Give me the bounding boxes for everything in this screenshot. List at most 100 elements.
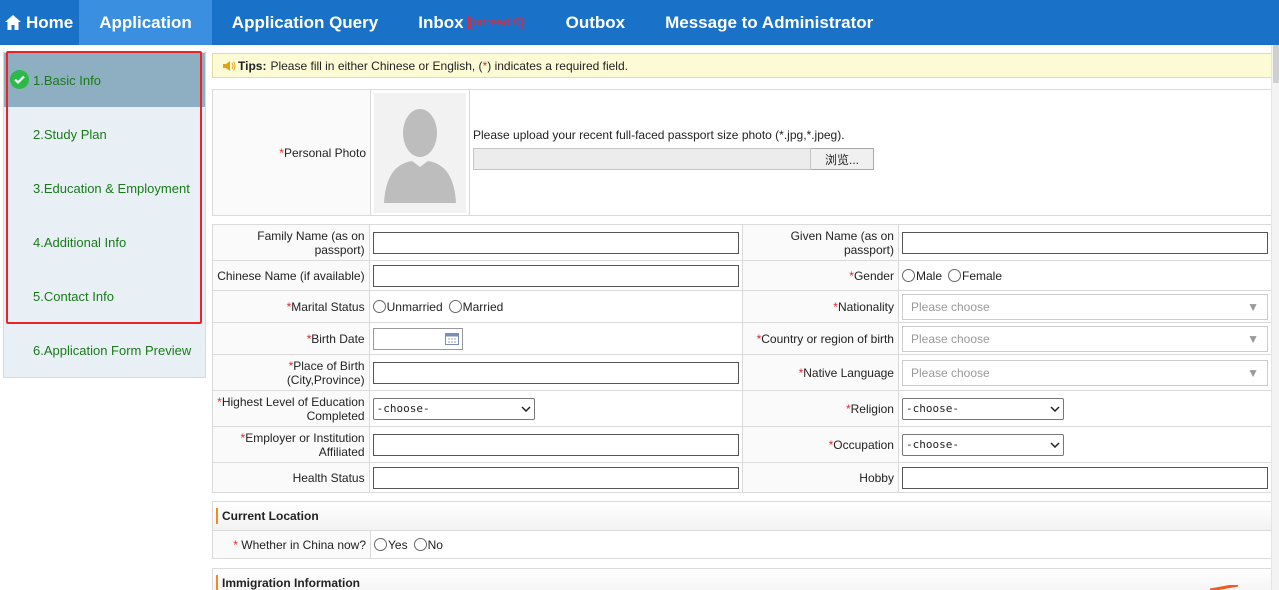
photo-label: * Personal Photo — [213, 90, 371, 215]
calendar-icon[interactable] — [444, 332, 459, 345]
given-name-label: Given Name (as on passport) — [741, 224, 899, 261]
birth-country-select[interactable]: Please choose ▼ — [901, 325, 1268, 352]
chinese-name-label: Chinese Name (if available) — [212, 260, 370, 291]
nav-application[interactable]: Application — [79, 0, 212, 45]
tips-text-after: ) indicates a required field. — [487, 58, 628, 73]
employer-label-text: Employer or Institution Affiliated — [245, 430, 365, 459]
tips-bar: Tips: Please fill in either Chinese or E… — [212, 53, 1272, 78]
male-label: Male — [915, 268, 942, 283]
chevron-down-icon — [1050, 441, 1060, 448]
tips-text-before: Please fill in either Chinese or English… — [270, 58, 483, 73]
health-input[interactable] — [372, 466, 739, 489]
nationality-label-text: Nationality — [837, 299, 894, 314]
photo-section: * Personal Photo Please upload your recen… — [212, 89, 1272, 216]
dropdown-arrow-icon: ▼ — [1247, 365, 1259, 380]
avatar-placeholder-icon — [374, 92, 466, 213]
nav-application-query[interactable]: Application Query — [212, 0, 398, 45]
chinese-name-input[interactable] — [372, 264, 739, 287]
birth-place-input[interactable] — [372, 361, 739, 384]
no-radio[interactable] — [413, 538, 427, 551]
in-china-row: * Whether in China now? Yes No — [213, 530, 1271, 558]
top-navigation: Home Application Application Query Inbox… — [0, 0, 1279, 45]
required-star: * — [233, 537, 238, 552]
birth-country-placeholder: Please choose — [910, 331, 990, 346]
home-icon — [5, 15, 21, 30]
occupation-select[interactable]: -choose- — [901, 433, 1064, 456]
gender-radio-group: Male Female — [901, 268, 1268, 283]
nationality-placeholder: Please choose — [910, 299, 990, 314]
nav-outbox[interactable]: Outbox — [546, 0, 646, 45]
occupation-label: *Occupation — [741, 426, 899, 463]
education-selected: -choose- — [376, 402, 430, 415]
education-label: *Highest Level of Education Completed — [212, 390, 370, 427]
family-name-label: Family Name (as on passport) — [212, 224, 370, 261]
photo-upload: Please upload your recent full-faced pas… — [470, 90, 874, 215]
nav-message-admin[interactable]: Message to Administrator — [645, 0, 893, 45]
check-icon — [10, 70, 29, 89]
health-label: Health Status — [212, 462, 370, 493]
scrollbar-thumb[interactable] — [1273, 45, 1279, 83]
no-label: No — [427, 537, 443, 552]
sidebar-item-form-preview[interactable]: 6.Application Form Preview — [4, 323, 205, 377]
married-radio[interactable] — [448, 300, 462, 313]
marital-label: *Marital Status — [212, 290, 370, 323]
female-label: Female — [962, 268, 1003, 283]
chevron-down-icon — [521, 405, 531, 412]
native-language-select[interactable]: Please choose ▼ — [901, 359, 1268, 386]
birth-date-input[interactable] — [372, 327, 463, 350]
sidebar-item-education-employment[interactable]: 3.Education & Employment — [4, 161, 205, 215]
given-name-input[interactable] — [901, 231, 1268, 254]
native-language-label: *Native Language — [741, 354, 899, 391]
male-radio[interactable] — [901, 269, 915, 282]
step-sidebar: 1.Basic Info 2.Study Plan 3.Education & … — [3, 52, 206, 378]
immigration-section: Immigration Information — [212, 568, 1272, 590]
orange-arrow-icon — [1210, 585, 1239, 590]
nav-home[interactable]: Home — [0, 0, 79, 45]
sidebar-item-basic-info[interactable]: 1.Basic Info — [4, 53, 205, 107]
speaker-icon — [223, 60, 236, 71]
current-location-section: Current Location * Whether in China now?… — [212, 501, 1272, 559]
education-select[interactable]: -choose- — [372, 397, 535, 420]
female-radio[interactable] — [948, 269, 961, 282]
marital-radio-group: Unmarried Married — [372, 300, 739, 314]
family-name-input[interactable] — [372, 231, 739, 254]
basic-info-form: Family Name (as on passport) Given Name … — [212, 224, 1273, 493]
yes-label: Yes — [388, 537, 408, 552]
gender-label: *Gender — [741, 260, 899, 291]
birth-country-label-text: Country or region of birth — [761, 331, 894, 346]
sidebar-item-label: 1.Basic Info — [33, 72, 101, 88]
current-location-title: Current Location — [213, 502, 1271, 530]
education-label-text: Highest Level of Education Completed — [221, 394, 365, 423]
in-china-radio-group: Yes No — [374, 538, 449, 552]
birth-date-label: *Birth Date — [212, 322, 370, 355]
browse-button[interactable]: 浏览... — [811, 148, 874, 170]
hobby-label: Hobby — [741, 462, 899, 493]
chevron-down-icon — [1050, 405, 1060, 412]
tips-label: Tips: — [238, 58, 267, 73]
nationality-select[interactable]: Please choose ▼ — [901, 293, 1268, 320]
employer-label: *Employer or Institution Affiliated — [212, 426, 370, 463]
upload-instruction: Please upload your recent full-faced pas… — [473, 128, 845, 142]
sidebar-item-study-plan[interactable]: 2.Study Plan — [4, 107, 205, 161]
unread-badge: [unread:0] — [467, 15, 526, 30]
scrollbar[interactable] — [1271, 45, 1279, 590]
file-path-field[interactable] — [473, 148, 811, 170]
nav-inbox-label: Inbox — [418, 12, 464, 32]
yes-radio[interactable] — [374, 538, 387, 551]
birth-place-label: *Place of Birth (City,Province) — [212, 354, 370, 391]
unmarried-radio[interactable] — [372, 300, 386, 313]
in-china-label: * Whether in China now? — [213, 531, 371, 558]
native-language-label-text: Native Language — [803, 365, 894, 380]
religion-label: *Religion — [741, 390, 899, 427]
religion-select[interactable]: -choose- — [901, 397, 1064, 420]
immigration-title: Immigration Information — [213, 569, 1271, 590]
sidebar-item-additional-info[interactable]: 4.Additional Info — [4, 215, 205, 269]
dropdown-arrow-icon: ▼ — [1247, 299, 1259, 314]
employer-input[interactable] — [372, 433, 739, 456]
hobby-input[interactable] — [901, 466, 1268, 489]
occupation-label-text: Occupation — [833, 437, 894, 452]
photo-label-text: Personal Photo — [283, 145, 366, 160]
nav-inbox[interactable]: Inbox [unread:0] — [398, 0, 545, 45]
sidebar-item-contact-info[interactable]: 5.Contact Info — [4, 269, 205, 323]
religion-label-text: Religion — [850, 401, 894, 416]
